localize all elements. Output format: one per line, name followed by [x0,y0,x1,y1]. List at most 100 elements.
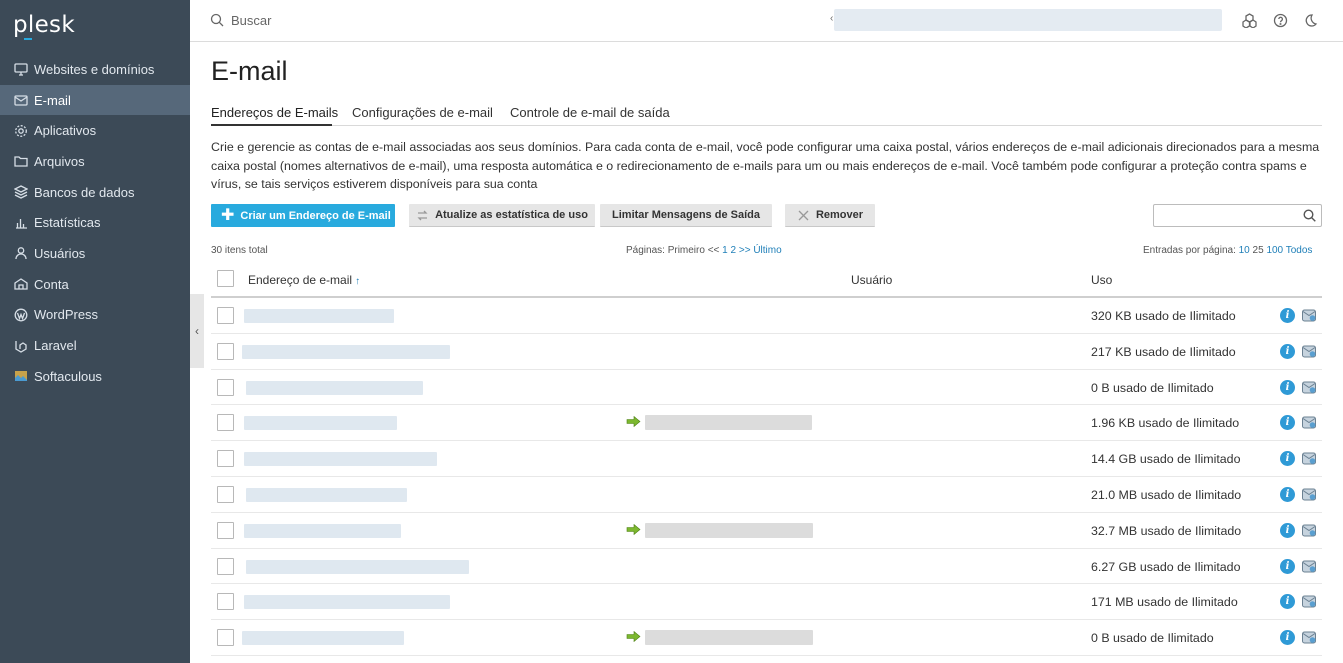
tab-bar: Endereços de E-mails Configurações de e-… [211,103,1322,126]
info-icon[interactable]: i [1280,451,1295,467]
info-icon[interactable]: i [1280,379,1295,395]
webmail-icon[interactable] [1301,379,1317,395]
extensions-icon[interactable] [1242,13,1257,29]
table-row: 21.0 MB usado de Ilimitado i [211,477,1322,513]
info-icon[interactable]: i [1280,594,1295,610]
info-icon[interactable]: i [1280,522,1295,538]
help-icon[interactable] [1273,13,1288,28]
dark-mode-icon[interactable] [1303,13,1318,28]
sidebar-item-statistics[interactable]: Estatísticas [0,207,190,238]
sidebar-item-apps[interactable]: Aplicativos [0,115,190,146]
page-description: Crie e gerencie as contas de e-mail asso… [211,140,1320,191]
email-address-link[interactable] [244,523,401,538]
webmail-icon[interactable] [1301,414,1317,430]
info-icon[interactable]: i [1280,630,1295,646]
pages-prefix: Páginas: Primeiro << [626,245,720,256]
info-icon[interactable]: i [1280,558,1295,574]
update-stats-button[interactable]: Atualize as estatística de uso [409,204,595,227]
sidebar-item-email[interactable]: E-mail [0,84,190,116]
sidebar-item-label: Estatísticas [34,215,101,231]
remove-icon [797,209,810,222]
usage-value: 6.27 GB usado de Ilimitado [1091,559,1241,574]
domain-selector[interactable] [834,9,1222,31]
row-checkbox[interactable] [217,307,234,324]
usage-value: 320 KB usado de Ilimitado [1091,309,1236,323]
info-icon[interactable]: i [1280,415,1295,431]
email-address-link[interactable] [242,631,404,646]
folder-icon [13,154,28,169]
email-address-link[interactable] [242,344,450,359]
usage-value: 14.4 GB usado de Ilimitado [1091,452,1241,467]
next-page-link[interactable]: >> [739,245,751,256]
webmail-icon[interactable] [1301,593,1317,609]
info-icon[interactable]: i [1280,343,1295,359]
forward-target [645,630,813,646]
email-address-link[interactable] [244,595,450,610]
entries-all-link[interactable]: Todos [1286,245,1313,256]
sidebar-item-label: Softaculous [34,368,102,384]
logo-accent [24,38,32,40]
remove-button[interactable]: Remover [785,204,875,227]
email-address-link[interactable] [244,309,394,323]
search-input[interactable]: Buscar [231,13,271,28]
sidebar-item-wordpress[interactable]: WordPress [0,300,190,331]
plesk-logo[interactable]: plesk [13,12,75,38]
info-icon[interactable]: i [1280,487,1295,502]
row-checkbox[interactable] [217,593,234,611]
email-address-link[interactable] [246,488,407,502]
row-checkbox[interactable] [217,486,234,503]
row-checkbox[interactable] [217,629,234,647]
tab-outgoing-mail-control[interactable]: Controle de e-mail de saída [510,105,670,120]
row-checkbox[interactable] [217,378,234,396]
sidebar-item-databases[interactable]: Bancos de dados [0,177,190,208]
webmail-icon[interactable] [1301,343,1317,359]
webmail-icon[interactable] [1301,629,1317,645]
row-checkbox[interactable] [217,521,234,539]
sidebar-item-label: Usuários [34,245,86,261]
sidebar-item-files[interactable]: Arquivos [0,146,190,177]
refresh-stats-icon [416,209,429,222]
column-header-usage[interactable]: Uso [1091,273,1112,287]
webmail-icon[interactable] [1301,558,1317,574]
row-checkbox[interactable] [217,414,234,432]
info-icon[interactable]: i [1280,308,1295,323]
chevron-left-icon[interactable]: ‹ [830,13,833,24]
usage-value: 1.96 KB usado de Ilimitado [1091,416,1240,431]
webmail-icon[interactable] [1301,486,1317,502]
top-bar: Buscar ‹ [190,0,1343,42]
sidebar-item-account[interactable]: Conta [0,269,190,300]
page-2-link[interactable]: 2 [731,245,737,256]
page-1-link[interactable]: 1 [722,245,728,256]
row-checkbox[interactable] [217,342,234,360]
last-page-link[interactable]: Último [753,245,781,256]
table-row: 0 B usado de Ilimitado i [211,370,1322,406]
sidebar-item-websites[interactable]: Websites e domínios [0,54,190,85]
laravel-icon [13,338,28,353]
column-header-user[interactable]: Usuário [851,273,892,287]
entries-100-link[interactable]: 100 [1266,245,1283,256]
create-email-button[interactable]: ✚ Criar um Endereço de E-mail [211,204,395,227]
usage-value: 21.0 MB usado de Ilimitado [1091,488,1242,502]
list-search-input[interactable] [1153,204,1322,227]
column-header-email[interactable]: Endereço de e-mail ↑ [248,273,360,287]
limit-outgoing-button[interactable]: Limitar Mensagens de Saída [600,204,772,227]
sidebar-item-softaculous[interactable]: Softaculous [0,361,190,392]
email-address-link[interactable] [246,559,469,574]
webmail-icon[interactable] [1301,307,1317,323]
tab-email-settings[interactable]: Configurações de e-mail [352,105,493,120]
email-address-link[interactable] [244,452,437,467]
sidebar-item-label: WordPress [34,307,99,323]
select-all-checkbox[interactable] [217,270,234,287]
row-checkbox[interactable] [217,450,234,468]
sidebar-item-label: Websites e domínios [34,61,155,77]
webmail-icon[interactable] [1301,450,1317,466]
sidebar-item-users[interactable]: Usuários [0,238,190,269]
webmail-icon[interactable] [1301,522,1317,538]
email-address-link[interactable] [246,380,423,395]
sidebar-collapse-handle[interactable]: ‹ [190,294,204,368]
email-address-link[interactable] [244,416,397,431]
entries-10-link[interactable]: 10 [1239,245,1250,256]
sidebar-item-laravel[interactable]: Laravel [0,330,190,361]
row-checkbox[interactable] [217,557,234,575]
tab-email-addresses[interactable]: Endereços de E-mails [211,105,338,120]
